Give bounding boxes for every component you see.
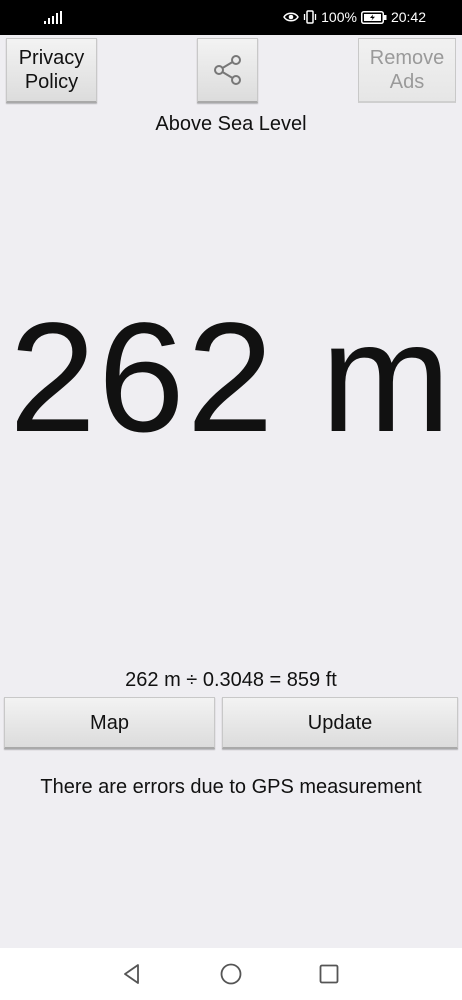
privacy-policy-label: Privacy Policy [18, 47, 85, 93]
status-right: 100% 20:42 [283, 9, 426, 25]
battery-percent: 100% [321, 9, 357, 25]
status-bar: 100% 20:42 [0, 0, 462, 35]
map-button[interactable]: Map [4, 697, 215, 749]
back-icon[interactable] [120, 962, 144, 986]
status-time: 20:42 [390, 9, 426, 25]
altitude-subtitle: Above Sea Level [155, 113, 307, 135]
share-button[interactable] [197, 38, 258, 103]
update-button-label: Update [307, 711, 373, 734]
eye-icon [283, 12, 300, 22]
remove-ads-label: Remove Ads [369, 47, 445, 93]
app-screen: 100% 20:42 Privacy Policy Remove Ads Abo… [0, 0, 462, 1000]
conversion-text: 262 m ÷ 0.3048 = 859 ft [125, 669, 337, 691]
navigation-bar [0, 948, 462, 1000]
home-icon[interactable] [219, 962, 243, 986]
vibrate-icon [303, 10, 317, 24]
update-button[interactable]: Update [222, 697, 458, 749]
battery-charging-icon [360, 10, 387, 24]
gps-error-note: There are errors due to GPS measurement [40, 776, 422, 798]
privacy-policy-button[interactable]: Privacy Policy [6, 38, 97, 103]
share-icon [213, 55, 241, 85]
recents-icon[interactable] [317, 962, 341, 986]
altitude-value: 262 m [9, 291, 453, 465]
remove-ads-button[interactable]: Remove Ads [358, 38, 456, 103]
map-button-label: Map [90, 711, 129, 734]
signal-icon [44, 11, 62, 24]
